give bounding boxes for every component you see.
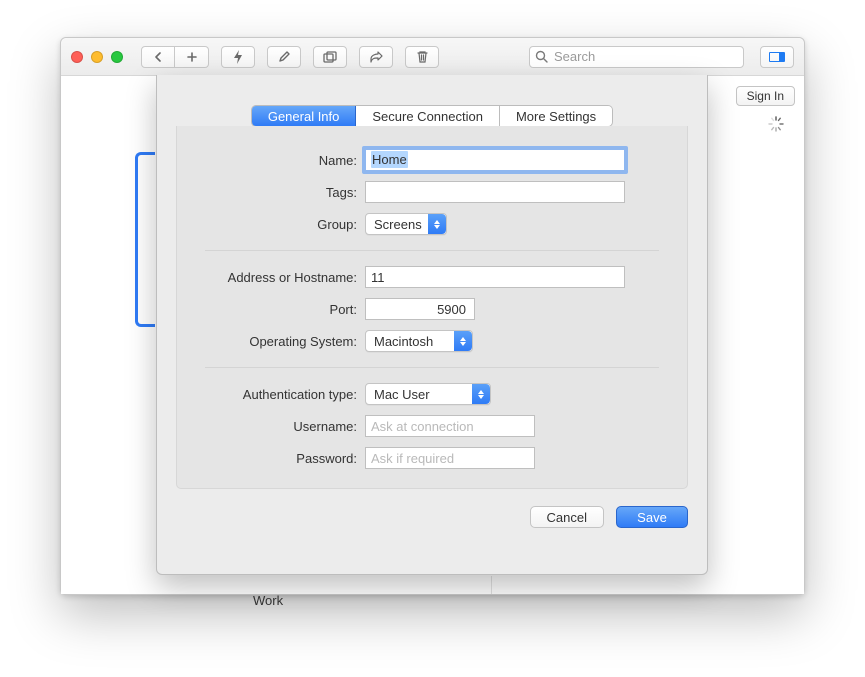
- tabs: General Info Secure Connection More Sett…: [251, 105, 613, 127]
- bolt-icon: [233, 50, 243, 64]
- windows-icon: [323, 51, 337, 63]
- tags-label: Tags:: [205, 185, 365, 200]
- os-label: Operating System:: [205, 334, 365, 349]
- sheet-footer: Cancel Save: [157, 490, 707, 528]
- name-value: Home: [371, 151, 408, 168]
- search-input[interactable]: [529, 46, 744, 68]
- windows-button[interactable]: [313, 46, 347, 68]
- minimize-window-button[interactable]: [91, 51, 103, 63]
- search-icon: [535, 50, 548, 63]
- search-field[interactable]: [529, 46, 744, 68]
- group-label-work: Work: [253, 593, 283, 608]
- group-select[interactable]: Screens: [365, 213, 447, 235]
- auth-type-select[interactable]: Mac User: [365, 383, 491, 405]
- os-select[interactable]: Macintosh: [365, 330, 473, 352]
- sign-in-button[interactable]: Sign In: [736, 86, 795, 106]
- save-button[interactable]: Save: [616, 506, 688, 528]
- chevron-left-icon: [154, 52, 162, 62]
- delete-button[interactable]: [405, 46, 439, 68]
- sidebar-icon: [769, 52, 785, 62]
- name-field-wrap: Home: [365, 149, 625, 171]
- plus-icon: [186, 51, 198, 63]
- back-button[interactable]: [141, 46, 175, 68]
- toolbar: [61, 38, 804, 76]
- tabs-row: General Info Secure Connection More Sett…: [157, 105, 707, 127]
- zoom-window-button[interactable]: [111, 51, 123, 63]
- name-label: Name:: [205, 153, 365, 168]
- loading-spinner: [768, 116, 784, 132]
- address-label: Address or Hostname:: [205, 270, 365, 285]
- auth-type-select-value: Mac User: [374, 387, 430, 402]
- divider: [205, 250, 659, 251]
- address-input[interactable]: [365, 266, 625, 288]
- edit-button[interactable]: [267, 46, 301, 68]
- tab-general-info[interactable]: General Info: [252, 106, 357, 126]
- updown-icon: [454, 331, 472, 351]
- tags-input[interactable]: [365, 181, 625, 203]
- share-icon: [369, 51, 383, 63]
- username-label: Username:: [205, 419, 365, 434]
- selected-screen-thumbnail[interactable]: [135, 152, 155, 327]
- group-select-value: Screens: [374, 217, 422, 232]
- port-input[interactable]: [365, 298, 475, 320]
- group-label: Group:: [205, 217, 365, 232]
- settings-sheet: General Info Secure Connection More Sett…: [156, 75, 708, 575]
- vertical-divider: [491, 576, 492, 594]
- password-label: Password:: [205, 451, 365, 466]
- form-panel: Name: Home Tags: Group: Screens: [176, 126, 688, 489]
- updown-icon: [428, 214, 446, 234]
- content-area: Sign In Work Gener: [61, 76, 804, 594]
- auth-type-label: Authentication type:: [205, 387, 365, 402]
- main-window: Sign In Work Gener: [60, 37, 805, 595]
- toggle-sidebar-button[interactable]: [760, 46, 794, 68]
- connect-button[interactable]: [221, 46, 255, 68]
- updown-icon: [472, 384, 490, 404]
- pencil-icon: [278, 50, 291, 63]
- close-window-button[interactable]: [71, 51, 83, 63]
- os-select-value: Macintosh: [374, 334, 433, 349]
- share-button[interactable]: [359, 46, 393, 68]
- trash-icon: [417, 50, 428, 63]
- tab-secure-connection[interactable]: Secure Connection: [356, 106, 500, 126]
- password-input[interactable]: [365, 447, 535, 469]
- nav-group: [141, 46, 209, 68]
- username-input[interactable]: [365, 415, 535, 437]
- divider: [205, 367, 659, 368]
- cancel-button[interactable]: Cancel: [530, 506, 604, 528]
- tab-more-settings[interactable]: More Settings: [500, 106, 612, 126]
- port-label: Port:: [205, 302, 365, 317]
- name-input[interactable]: Home: [365, 149, 625, 171]
- add-button[interactable]: [175, 46, 209, 68]
- traffic-lights: [71, 51, 123, 63]
